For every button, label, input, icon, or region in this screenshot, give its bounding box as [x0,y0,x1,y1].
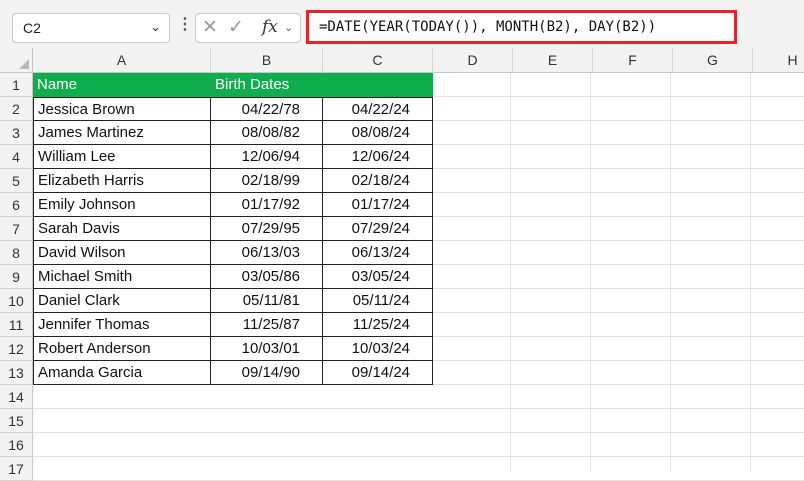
current-year-date-cell[interactable]: 12/06/24 [323,145,433,169]
current-year-date-cell[interactable]: 10/03/24 [323,337,433,361]
row-header[interactable]: 5 [0,169,33,193]
birth-date-cell[interactable]: 07/29/95 [211,217,323,241]
insert-function-icon[interactable]: fx [262,17,278,37]
gridline [590,73,591,471]
name-cell[interactable]: Jennifer Thomas [33,313,211,337]
gridline [750,73,751,471]
table-header-cell[interactable]: Birth Dates [211,73,323,97]
birth-date-cell[interactable]: 09/14/90 [211,361,323,385]
chevron-down-icon[interactable]: ⌄ [284,21,293,34]
row-header[interactable]: 14 [0,385,33,409]
name-cell[interactable]: Amanda Garcia [33,361,211,385]
current-year-date-cell[interactable]: 07/29/24 [323,217,433,241]
gridline [33,408,804,409]
select-all-corner[interactable] [0,48,33,73]
row-header[interactable]: 15 [0,409,33,433]
gridline [670,73,671,471]
current-year-date-cell[interactable]: 06/13/24 [323,241,433,265]
birth-date-cell[interactable]: 06/13/03 [211,241,323,265]
birth-date-cell[interactable]: 02/18/99 [211,169,323,193]
row-header[interactable]: 13 [0,361,33,385]
row-header[interactable]: 16 [0,433,33,457]
current-year-date-cell[interactable]: 02/18/24 [323,169,433,193]
birth-date-cell[interactable]: 08/08/82 [211,121,323,145]
row-header[interactable]: 7 [0,217,33,241]
birth-date-cell[interactable]: 10/03/01 [211,337,323,361]
table-header-cell[interactable] [323,73,433,97]
birth-date-cell[interactable]: 01/17/92 [211,193,323,217]
gridline [33,432,804,433]
gridline [510,73,511,471]
more-options-icon[interactable]: ⋮ [177,14,193,34]
name-cell[interactable]: William Lee [33,145,211,169]
row-header[interactable]: 6 [0,193,33,217]
name-cell[interactable]: Michael Smith [33,265,211,289]
row-header[interactable]: 11 [0,313,33,337]
column-header-d[interactable]: D [433,48,513,73]
birth-date-cell[interactable]: 03/05/86 [211,265,323,289]
birth-date-cell[interactable]: 04/22/78 [211,97,323,121]
row-header[interactable]: 17 [0,457,33,481]
enter-icon[interactable]: ✓ [228,16,244,39]
name-cell[interactable]: James Martinez [33,121,211,145]
table-header-cell[interactable]: Name [33,73,211,97]
formula-controls: ✕ ✓ fx ⌄ [195,13,301,43]
name-cell[interactable]: Sarah Davis [33,217,211,241]
cancel-icon[interactable]: ✕ [202,16,218,39]
gridline [33,456,804,457]
name-cell[interactable]: Elizabeth Harris [33,169,211,193]
name-cell[interactable]: Robert Anderson [33,337,211,361]
name-cell[interactable]: Emily Johnson [33,193,211,217]
row-header[interactable]: 12 [0,337,33,361]
row-header[interactable]: 8 [0,241,33,265]
formula-text: =DATE(YEAR(TODAY()), MONTH(B2), DAY(B2)) [319,19,657,35]
column-header-h[interactable]: H [753,48,804,73]
column-header-g[interactable]: G [673,48,753,73]
birth-date-cell[interactable]: 05/11/81 [211,289,323,313]
formula-input[interactable]: =DATE(YEAR(TODAY()), MONTH(B2), DAY(B2)) [306,10,737,44]
row-header[interactable]: 4 [0,145,33,169]
birth-date-cell[interactable]: 11/25/87 [211,313,323,337]
name-box[interactable]: C2 ⌄ [12,13,170,43]
row-header[interactable]: 1 [0,73,33,97]
current-year-date-cell[interactable]: 01/17/24 [323,193,433,217]
birth-date-cell[interactable]: 12/06/94 [211,145,323,169]
row-header[interactable]: 2 [0,97,33,121]
current-year-date-cell[interactable]: 08/08/24 [323,121,433,145]
chevron-down-icon[interactable]: ⌄ [150,19,161,35]
name-cell[interactable]: Jessica Brown [33,97,211,121]
name-cell[interactable]: Daniel Clark [33,289,211,313]
column-header-f[interactable]: F [593,48,673,73]
current-year-date-cell[interactable]: 04/22/24 [323,97,433,121]
column-header-c[interactable]: C [323,48,433,73]
current-year-date-cell[interactable]: 11/25/24 [323,313,433,337]
current-year-date-cell[interactable]: 03/05/24 [323,265,433,289]
row-header[interactable]: 3 [0,121,33,145]
current-year-date-cell[interactable]: 05/11/24 [323,289,433,313]
column-header-b[interactable]: B [211,48,323,73]
name-cell[interactable]: David Wilson [33,241,211,265]
select-all-icon [19,59,29,69]
row-header[interactable]: 9 [0,265,33,289]
name-box-value: C2 [23,20,41,36]
row-header[interactable]: 10 [0,289,33,313]
current-year-date-cell[interactable]: 09/14/24 [323,361,433,385]
column-header-e[interactable]: E [513,48,593,73]
column-header-a[interactable]: A [33,48,211,73]
